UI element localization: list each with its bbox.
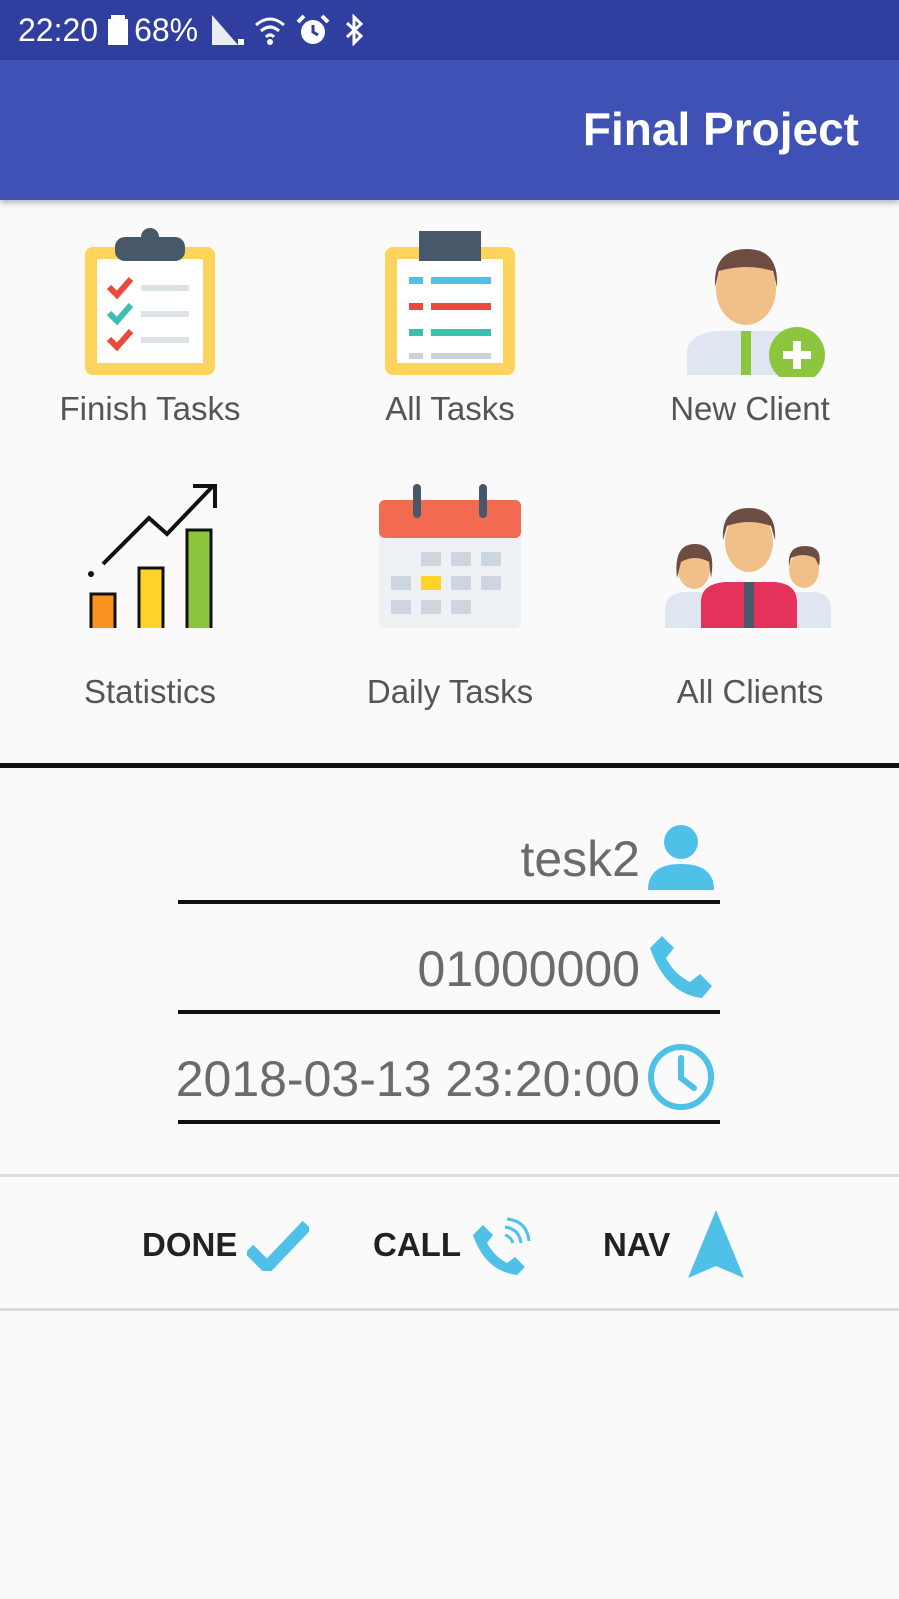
menu-finish-tasks[interactable]: Finish Tasks bbox=[0, 205, 300, 463]
alarm-icon bbox=[296, 14, 330, 46]
battery-percent: 68% bbox=[134, 11, 199, 48]
bar-chart-growth-icon bbox=[88, 484, 217, 628]
calendar-icon bbox=[379, 484, 521, 628]
actions-divider-top bbox=[0, 1174, 899, 1177]
clock-icon bbox=[648, 1044, 714, 1110]
section-divider bbox=[0, 763, 899, 768]
phone-icon bbox=[650, 936, 712, 998]
signal-icon bbox=[212, 15, 245, 45]
task-datetime: 2018-03-13 23:20:00 bbox=[175, 1051, 640, 1107]
nav-label: NAV bbox=[603, 1226, 671, 1263]
task-name: tesk2 bbox=[520, 831, 640, 887]
task-name-field[interactable]: tesk2 bbox=[178, 816, 720, 904]
menu-label: Finish Tasks bbox=[59, 390, 241, 427]
menu-label: Daily Tasks bbox=[366, 673, 534, 710]
menu-label: New Client bbox=[670, 390, 830, 427]
menu-label: Statistics bbox=[83, 673, 217, 710]
done-label: DONE bbox=[142, 1226, 238, 1263]
menu-new-client[interactable]: New Client bbox=[600, 205, 899, 463]
clipboard-checklist-icon bbox=[85, 228, 215, 375]
nav-button[interactable]: NAV bbox=[603, 1205, 746, 1285]
wifi-icon bbox=[254, 15, 286, 45]
app-title: Final Project bbox=[582, 103, 859, 155]
clipboard-list-icon bbox=[385, 231, 515, 375]
actions-divider-bottom bbox=[0, 1308, 899, 1311]
bluetooth-icon bbox=[340, 14, 368, 46]
person-icon bbox=[648, 825, 714, 890]
phone-ringing-icon bbox=[472, 1217, 531, 1275]
menu-label: All Tasks bbox=[385, 390, 515, 427]
task-phone-field[interactable]: 01000000 bbox=[178, 926, 720, 1014]
menu-daily-tasks[interactable]: Daily Tasks bbox=[300, 463, 600, 721]
navigation-arrow-icon bbox=[688, 1210, 745, 1278]
menu-all-tasks[interactable]: All Tasks bbox=[300, 205, 600, 463]
battery-icon bbox=[108, 15, 129, 45]
call-button[interactable]: CALL bbox=[373, 1205, 535, 1285]
done-button[interactable]: DONE bbox=[142, 1205, 310, 1285]
menu-label: All Clients bbox=[676, 673, 824, 710]
call-label: CALL bbox=[373, 1226, 461, 1263]
field-underline bbox=[178, 900, 720, 904]
add-user-icon bbox=[687, 249, 825, 377]
field-underline bbox=[178, 1120, 720, 1124]
field-underline bbox=[178, 1010, 720, 1014]
checkmark-icon bbox=[247, 1220, 310, 1271]
people-group-icon bbox=[665, 508, 831, 628]
status-time: 22:20 bbox=[18, 11, 99, 48]
task-datetime-field[interactable]: 2018-03-13 23:20:00 bbox=[175, 1036, 720, 1124]
task-phone: 01000000 bbox=[417, 941, 640, 997]
menu-all-clients[interactable]: All Clients bbox=[600, 463, 899, 721]
status-bar: 22:20 68% bbox=[0, 0, 899, 60]
menu-statistics[interactable]: Statistics bbox=[0, 463, 300, 721]
app-bar: Final Project bbox=[0, 60, 899, 200]
